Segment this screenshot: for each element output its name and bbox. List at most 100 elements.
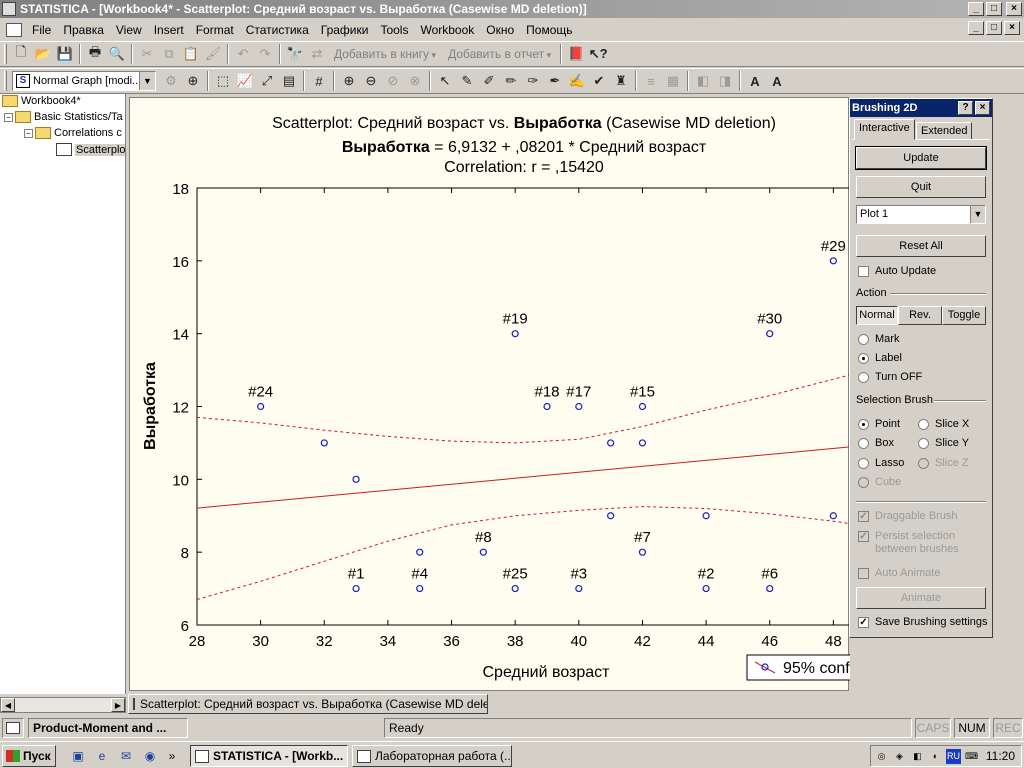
pattern-icon[interactable]: ▦ <box>662 70 684 92</box>
chevron-down-icon[interactable]: ▼ <box>139 72 155 90</box>
mdi-restore-button[interactable]: □ <box>986 21 1002 35</box>
quit-button[interactable]: Quit <box>856 176 986 198</box>
find-icon[interactable]: 🔭 <box>284 43 306 65</box>
menu-insert[interactable]: Insert <box>148 20 190 40</box>
update-button[interactable]: Update <box>855 146 987 170</box>
scroll-right-icon[interactable]: ▶ <box>111 698 125 712</box>
close-button[interactable]: × <box>1006 2 1022 16</box>
document-tab[interactable]: Scatterplot: Средний возраст vs. Выработ… <box>128 694 488 714</box>
desktop-icon[interactable]: ▣ <box>70 748 86 764</box>
font-decrease-icon[interactable]: A <box>766 70 788 92</box>
menu-view[interactable]: View <box>110 20 148 40</box>
tree-item-workbook[interactable]: Workbook4* <box>2 95 81 107</box>
graph-options-icon[interactable]: ⚙ <box>160 70 182 92</box>
graph-window-icon[interactable]: ▤ <box>278 70 300 92</box>
open-icon[interactable]: 📂 <box>32 43 54 65</box>
menu-statistics[interactable]: Статистика <box>240 20 315 40</box>
chevron-down-icon[interactable]: ▼ <box>970 206 985 223</box>
auto-animate-checkbox[interactable]: Auto Animate <box>858 567 940 579</box>
bring-front-icon[interactable]: ◧ <box>692 70 714 92</box>
brush-box-icon[interactable]: ✐ <box>478 70 500 92</box>
brush-box-radio[interactable]: Box <box>858 437 894 449</box>
task-statistica[interactable]: STATISTICA - [Workb... <box>190 745 348 767</box>
brushing-titlebar[interactable]: Brushing 2D ? × <box>850 99 992 117</box>
format-painter-icon[interactable]: 🖌 <box>202 43 224 65</box>
menu-tools[interactable]: Tools <box>374 20 414 40</box>
menu-format[interactable]: Format <box>190 20 240 40</box>
save-icon[interactable]: 💾 <box>54 43 76 65</box>
reset-all-button[interactable]: Reset All <box>856 235 986 257</box>
font-increase-icon[interactable]: A <box>744 70 766 92</box>
plot-select[interactable]: Plot 1 ▼ <box>856 205 986 224</box>
undo-icon[interactable]: ↶ <box>232 43 254 65</box>
context-help-icon[interactable]: ↖? <box>587 43 609 65</box>
collapse-icon[interactable]: − <box>24 128 33 138</box>
action-toggle-button[interactable]: Toggle <box>942 306 986 325</box>
tray-app-icon[interactable]: ◎ <box>874 749 889 764</box>
media-icon[interactable]: ◉ <box>142 748 158 764</box>
add-to-report-button[interactable]: Добавить в отчет <box>442 47 557 61</box>
add-to-workbook-button[interactable]: Добавить в книгу <box>328 47 442 61</box>
graph-window[interactable]: Scatterplot: Средний возраст vs. Выработ… <box>129 97 850 692</box>
menu-edit[interactable]: Правка <box>57 20 110 40</box>
scroll-left-icon[interactable]: ◀ <box>1 698 15 712</box>
zoom-clear-icon[interactable]: ⊗ <box>404 70 426 92</box>
tab-extended[interactable]: Extended <box>916 122 973 140</box>
action-mark-radio[interactable]: Mark <box>858 333 899 345</box>
tray-network-icon[interactable]: ◧ <box>910 749 925 764</box>
mail-icon[interactable]: ✉ <box>118 748 134 764</box>
menu-file[interactable]: File <box>26 20 57 40</box>
tray-volume-icon[interactable]: ◐ <box>928 749 943 764</box>
line-style-icon[interactable]: ≡ <box>640 70 662 92</box>
graph-data-icon[interactable]: 📈 <box>234 70 256 92</box>
mdi-minimize-button[interactable]: _ <box>968 21 984 35</box>
auto-update-checkbox[interactable]: Auto Update <box>858 265 936 277</box>
action-normal-button[interactable]: Normal <box>856 306 898 325</box>
brush-slice-x-radio[interactable]: Slice X <box>918 418 969 430</box>
replace-icon[interactable]: ⇄ <box>306 43 328 65</box>
brush-label-icon[interactable]: ✒ <box>544 70 566 92</box>
brush-update-icon[interactable]: ✔ <box>588 70 610 92</box>
brush-slice-z-radio[interactable]: Slice Z <box>918 457 969 469</box>
brush-cube-radio[interactable]: Cube <box>858 476 901 488</box>
brush-lasso-radio[interactable]: Lasso <box>858 457 904 469</box>
more-quick-launch[interactable]: » <box>164 748 180 764</box>
language-indicator[interactable]: RU <box>946 748 961 764</box>
brush-slice-y-radio[interactable]: Slice Y <box>918 437 969 449</box>
menu-help[interactable]: Помощь <box>520 20 578 40</box>
new-icon[interactable]: 🗋 <box>10 43 32 65</box>
draggable-brush-checkbox[interactable]: ✓ Draggable Brush <box>858 510 958 522</box>
tray-keyboard-icon[interactable]: ⌨ <box>964 749 979 764</box>
tree-item-scatterplot[interactable]: Scatterplot <box>56 143 125 156</box>
save-brushing-settings-checkbox[interactable]: ✓ Save Brushing settings <box>858 616 988 628</box>
brushing-icon[interactable]: ♜ <box>610 70 632 92</box>
menu-window[interactable]: Окно <box>480 20 520 40</box>
animate-button[interactable]: Animate <box>856 587 986 609</box>
persist-selection-checkbox[interactable]: ✓ Persist selection between brushes <box>858 530 983 556</box>
action-turn-off-radio[interactable]: Turn OFF <box>858 371 922 383</box>
zoom-graph-icon[interactable]: ⊕ <box>182 70 204 92</box>
tree-item-basic-statistics[interactable]: − Basic Statistics/Ta <box>4 111 123 123</box>
mdi-close-button[interactable]: × <box>1004 21 1020 35</box>
print-icon[interactable]: 🖶 <box>84 43 106 65</box>
redo-icon[interactable]: ↷ <box>254 43 276 65</box>
tree-item-correlations[interactable]: − Correlations c <box>24 127 122 139</box>
brush-lasso-icon[interactable]: ✏ <box>500 70 522 92</box>
fit-icon[interactable]: ⤢ <box>256 70 278 92</box>
zoom-out-icon[interactable]: ⊖ <box>360 70 382 92</box>
analysis-icon[interactable] <box>2 718 24 738</box>
scatterplot-chart[interactable]: Scatterplot: Средний возраст vs. Выработ… <box>130 98 850 692</box>
brush-slice-icon[interactable]: ✑ <box>522 70 544 92</box>
paste-icon[interactable]: 📋 <box>180 43 202 65</box>
menu-workbook[interactable]: Workbook <box>414 20 480 40</box>
copy-icon[interactable]: ⧉ <box>158 43 180 65</box>
help-book-icon[interactable]: 📕 <box>565 43 587 65</box>
tree-horizontal-scrollbar[interactable]: ◀ ▶ <box>0 697 126 713</box>
action-reverse-button[interactable]: Rev. <box>898 306 942 325</box>
menu-graphs[interactable]: Графики <box>315 20 375 40</box>
grid-icon[interactable]: # <box>308 70 330 92</box>
print-preview-icon[interactable]: 🔍 <box>106 43 128 65</box>
toolbar-grip[interactable] <box>4 71 7 91</box>
collapse-icon[interactable]: − <box>4 112 13 122</box>
cut-icon[interactable]: ✂ <box>136 43 158 65</box>
